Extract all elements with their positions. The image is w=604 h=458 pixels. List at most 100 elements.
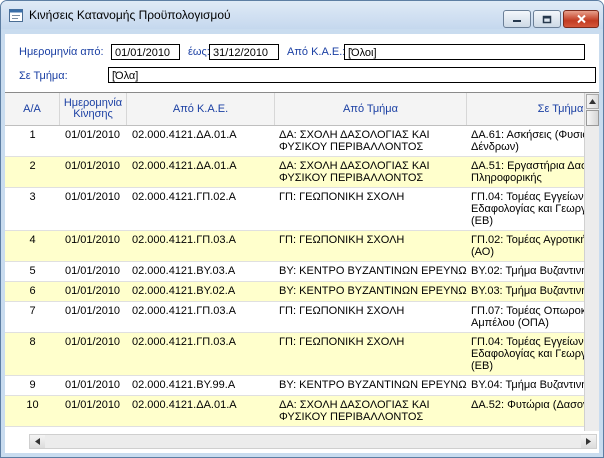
table-row[interactable]: 9 01/01/2010 02.000.4121.ΒΥ.99.Α ΒΥ: ΚΕΝΤΡΟ… — [5, 376, 584, 396]
cell-line: ΦΥΣΙΚΟΥ ΠΕΡΙΒΑΛΛΟΝΤΟΣ — [279, 141, 424, 153]
cell-date: 01/01/2010 — [65, 336, 121, 348]
cell-kae: 02.000.4121.ΓΠ.03.Α — [132, 305, 236, 317]
cell-line: ΒΥ: ΚΕΝΤΡΟ ΒΥΖΑΝΤΙΝΩΝ ΕΡΕΥΝΩΝ — [279, 379, 467, 391]
cell-kae: 02.000.4121.ΔΑ.01.Α — [132, 399, 237, 411]
cell-date: 01/01/2010 — [65, 285, 121, 297]
cell-line: ΔΑ.51: Εργαστήρια Δασο — [471, 160, 584, 172]
cell-line: Δένδρων) — [471, 141, 519, 153]
date-from-label: Ημερομηνία από: — [19, 46, 104, 58]
title-bar[interactable]: Κινήσεις Κατανομής Προϋπολογισμού — [1, 1, 603, 29]
cell-line: ΓΠ: ΓΕΩΠΟΝΙΚΗ ΣΧΟΛΗ — [279, 305, 405, 317]
column-header-aa[interactable]: Α/Α — [5, 93, 60, 125]
table-row[interactable]: 7 01/01/2010 02.000.4121.ΓΠ.03.Α ΓΠ: ΓΕΩΠΟΝ… — [5, 302, 584, 333]
cell-line: ΔΑ: ΣΧΟΛΗ ΔΑΣΟΛΟΓΙΑΣ ΚΑΙ — [279, 129, 430, 141]
horizontal-scrollbar[interactable] — [29, 434, 597, 449]
tmima-field[interactable]: [Όλα] — [108, 67, 596, 83]
cell-date: 01/01/2010 — [65, 129, 121, 141]
table-row[interactable]: 5 01/01/2010 02.000.4121.ΒΥ.03.Α ΒΥ: ΚΕΝΤΡΟ… — [5, 262, 584, 282]
arrow-right-icon — [586, 438, 591, 445]
cell-se: ΓΠ.07: Τομέας Οπωροκη Αμπέλου (ΟΠΑ) — [471, 305, 584, 329]
kae-field[interactable]: [Όλοι] — [344, 44, 585, 60]
cell-line: Εδαφολογίας και Γεωργι — [471, 203, 584, 215]
tmima-label: Σε Τμήμα: — [19, 70, 68, 82]
cell-kae: 02.000.4121.ΒΥ.02.Α — [132, 285, 236, 297]
date-from-field[interactable]: 01/01/2010 — [111, 44, 180, 60]
cell-line: ΔΑ: ΣΧΟΛΗ ΔΑΣΟΛΟΓΙΑΣ ΚΑΙ — [279, 399, 430, 411]
kae-label: Από Κ.Α.Ε.: — [287, 46, 346, 58]
cell-kae: 02.000.4121.ΔΑ.01.Α — [132, 160, 237, 172]
close-button[interactable] — [563, 10, 599, 28]
cell-se: ΔΑ.61: Ασκήσεις (Φυσιολ Δένδρων) — [471, 129, 584, 153]
cell-line: ΒΥ.04: Τμήμα Βυζαντινής — [471, 379, 584, 391]
cell-se: ΔΑ.52: Φυτώρια (Δασονο — [471, 399, 584, 411]
cell-line: ΒΥ: ΚΕΝΤΡΟ ΒΥΖΑΝΤΙΝΩΝ ΕΡΕΥΝΩΝ — [279, 265, 467, 277]
cell-line: ΓΠ.04: Τομέας Εγγείων Β — [471, 191, 584, 203]
cell-line: ΓΠ: ΓΕΩΠΟΝΙΚΗ ΣΧΟΛΗ — [279, 191, 405, 203]
cell-line: ΒΥ: ΚΕΝΤΡΟ ΒΥΖΑΝΤΙΝΩΝ ΕΡΕΥΝΩΝ — [279, 285, 467, 297]
column-header-se-tmima[interactable]: Σε Τμήμα — [467, 93, 599, 125]
date-to-label: έως: — [188, 46, 210, 58]
cell-date: 01/01/2010 — [65, 234, 121, 246]
app-form-icon — [9, 9, 23, 22]
column-header-kae[interactable]: Από Κ.Α.Ε. — [127, 93, 275, 125]
cell-line: (ΕΒ) — [471, 215, 493, 227]
scroll-right-button[interactable] — [581, 435, 596, 448]
app-window: Κινήσεις Κατανομής Προϋπολογισμού Ημερομ… — [0, 0, 604, 458]
cell-aa: 7 — [29, 305, 36, 317]
cell-se: ΓΠ.04: Τομέας Εγγείων Β Εδαφολογίας και Γ… — [471, 336, 584, 372]
table-row[interactable]: 8 01/01/2010 02.000.4121.ΓΠ.03.Α ΓΠ: ΓΕΩΠΟΝ… — [5, 333, 584, 376]
cell-aa: 5 — [29, 265, 36, 277]
cell-line: Πληροφορικής — [471, 172, 542, 184]
cell-line: ΔΑ.52: Φυτώρια (Δασονο — [471, 399, 584, 411]
scroll-left-button[interactable] — [30, 435, 45, 448]
minimize-icon — [513, 20, 521, 22]
scroll-up-button[interactable] — [586, 94, 599, 109]
client-area: Ημερομηνία από: 01/01/2010 έως: 31/12/20… — [5, 34, 599, 453]
date-to-field[interactable]: 31/12/2010 — [209, 44, 279, 60]
movements-grid: Α/Α Ημερομηνία Κίνησης Από Κ.Α.Ε. Από Τμ… — [5, 92, 599, 431]
cell-line: ΓΠ.02: Τομέας Αγροτικής — [471, 234, 584, 246]
minimize-button[interactable] — [503, 10, 531, 28]
cell-kae: 02.000.4121.ΓΠ.03.Α — [132, 336, 236, 348]
cell-date: 01/01/2010 — [65, 399, 121, 411]
cell-apo: ΓΠ: ΓΕΩΠΟΝΙΚΗ ΣΧΟΛΗ — [279, 234, 467, 246]
cell-aa: 8 — [29, 336, 36, 348]
table-row[interactable]: 4 01/01/2010 02.000.4121.ΓΠ.03.Α ΓΠ: ΓΕΩΠΟΝ… — [5, 231, 584, 262]
table-row[interactable]: 2 01/01/2010 02.000.4121.ΔΑ.01.Α ΔΑ: ΣΧΟΛΗ … — [5, 157, 584, 188]
cell-apo: ΒΥ: ΚΕΝΤΡΟ ΒΥΖΑΝΤΙΝΩΝ ΕΡΕΥΝΩΝ — [279, 379, 467, 391]
cell-se: ΒΥ.02: Τμήμα Βυζαντινής — [471, 265, 584, 277]
table-row[interactable]: 1 01/01/2010 02.000.4121.ΔΑ.01.Α ΔΑ: ΣΧΟΛΗ … — [5, 126, 584, 157]
cell-date: 01/01/2010 — [65, 305, 121, 317]
cell-line: (ΑΟ) — [471, 246, 494, 258]
cell-line: ΔΑ.61: Ασκήσεις (Φυσιολ — [471, 129, 584, 141]
cell-line: ΦΥΣΙΚΟΥ ΠΕΡΙΒΑΛΛΟΝΤΟΣ — [279, 172, 424, 184]
cell-date: 01/01/2010 — [65, 265, 121, 277]
cell-line: ΓΠ: ΓΕΩΠΟΝΙΚΗ ΣΧΟΛΗ — [279, 234, 405, 246]
table-row[interactable]: 6 01/01/2010 02.000.4121.ΒΥ.02.Α ΒΥ: ΚΕΝΤΡΟ… — [5, 282, 584, 302]
cell-line: ΒΥ.02: Τμήμα Βυζαντινής — [471, 265, 584, 277]
cell-date: 01/01/2010 — [65, 160, 121, 172]
maximize-icon — [542, 15, 552, 23]
cell-date: 01/01/2010 — [65, 191, 121, 203]
cell-se: ΒΥ.03: Τμήμα Βυζαντινής — [471, 285, 584, 297]
cell-apo: ΓΠ: ΓΕΩΠΟΝΙΚΗ ΣΧΟΛΗ — [279, 305, 467, 317]
cell-aa: 3 — [29, 191, 36, 203]
cell-kae: 02.000.4121.ΓΠ.03.Α — [132, 234, 236, 246]
cell-line: ΓΠ: ΓΕΩΠΟΝΙΚΗ ΣΧΟΛΗ — [279, 336, 405, 348]
cell-aa: 1 — [29, 129, 36, 141]
cell-line: Αμπέλου (ΟΠΑ) — [471, 317, 549, 329]
vertical-scroll-thumb[interactable] — [586, 110, 599, 126]
cell-line: ΔΑ: ΣΧΟΛΗ ΔΑΣΟΛΟΓΙΑΣ ΚΑΙ — [279, 160, 430, 172]
cell-kae: 02.000.4121.ΒΥ.99.Α — [132, 379, 236, 391]
cell-apo: ΒΥ: ΚΕΝΤΡΟ ΒΥΖΑΝΤΙΝΩΝ ΕΡΕΥΝΩΝ — [279, 285, 467, 297]
vertical-scrollbar[interactable] — [584, 93, 599, 431]
cell-se: ΔΑ.51: Εργαστήρια Δασο Πληροφορικής — [471, 160, 584, 184]
column-header-date[interactable]: Ημερομηνία Κίνησης — [60, 93, 127, 125]
cell-line: Εδαφολογίας και Γεωργι — [471, 348, 584, 360]
cell-line: (ΕΒ) — [471, 360, 493, 372]
maximize-button[interactable] — [533, 10, 561, 28]
table-row[interactable]: 3 01/01/2010 02.000.4121.ΓΠ.02.Α ΓΠ: ΓΕΩΠΟΝ… — [5, 188, 584, 231]
cell-kae: 02.000.4121.ΓΠ.02.Α — [132, 191, 236, 203]
table-row[interactable]: 10 01/01/2010 02.000.4121.ΔΑ.01.Α ΔΑ: ΣΧΟΛΗ… — [5, 396, 584, 427]
column-header-apo-tmima[interactable]: Από Τμήμα — [275, 93, 467, 125]
